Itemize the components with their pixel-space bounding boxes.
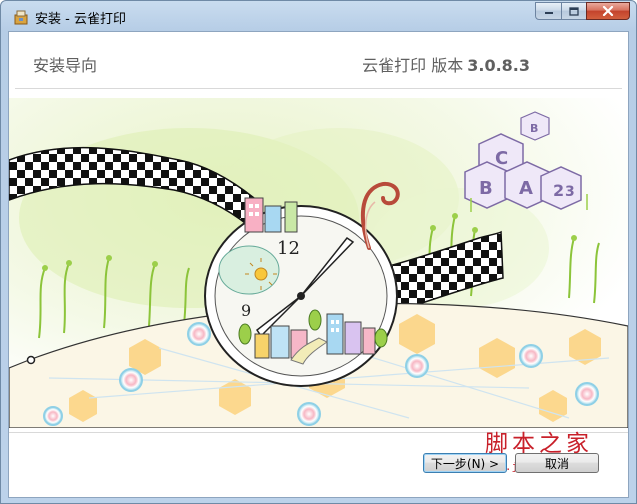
wizard-header: 安装导向 云雀打印 版本 3.0.8.3	[9, 32, 628, 88]
welcome-banner-image: 12 9 C B A 2 3 B	[9, 98, 628, 428]
close-button[interactable]	[586, 2, 630, 20]
product-version: 云雀打印 版本 3.0.8.3	[362, 52, 530, 76]
title-bar[interactable]: 安装 - 云雀打印	[1, 1, 636, 31]
cancel-button[interactable]: 取消	[515, 453, 599, 473]
header-divider	[15, 88, 622, 89]
installer-app-icon	[14, 10, 28, 25]
block-letter-b-small: B	[530, 122, 538, 135]
banner-illustration: 12 9 C B A 2 3 B	[9, 98, 628, 428]
footer-divider	[9, 432, 628, 433]
wizard-page-title: 安装导向	[33, 56, 98, 75]
maximize-icon	[569, 6, 579, 16]
next-button[interactable]: 下一步(N) >	[423, 453, 507, 473]
block-letter-b: B	[479, 178, 493, 199]
block-number-3: 3	[565, 184, 575, 200]
clock-number-9: 9	[241, 301, 251, 320]
wizard-client-area: 安装导向 云雀打印 版本 3.0.8.3 12 9 C B A 2 3 B 脚本…	[8, 31, 629, 498]
minimize-button[interactable]	[535, 2, 562, 20]
caption-buttons	[535, 2, 630, 21]
clock-number-12: 12	[277, 238, 300, 259]
block-number-2: 2	[553, 181, 564, 200]
installer-window: 安装 - 云雀打印 安装导向 云雀打印 版本 3.0.8.3 12 9 C B …	[0, 0, 637, 504]
version-number: 3.0.8.3	[467, 56, 530, 75]
window-title: 安装 - 云雀打印	[35, 12, 126, 27]
close-icon	[602, 6, 614, 16]
version-label: 云雀打印 版本	[362, 56, 464, 75]
block-letter-a: A	[519, 178, 533, 199]
maximize-button[interactable]	[561, 2, 587, 20]
minimize-icon	[544, 12, 553, 14]
